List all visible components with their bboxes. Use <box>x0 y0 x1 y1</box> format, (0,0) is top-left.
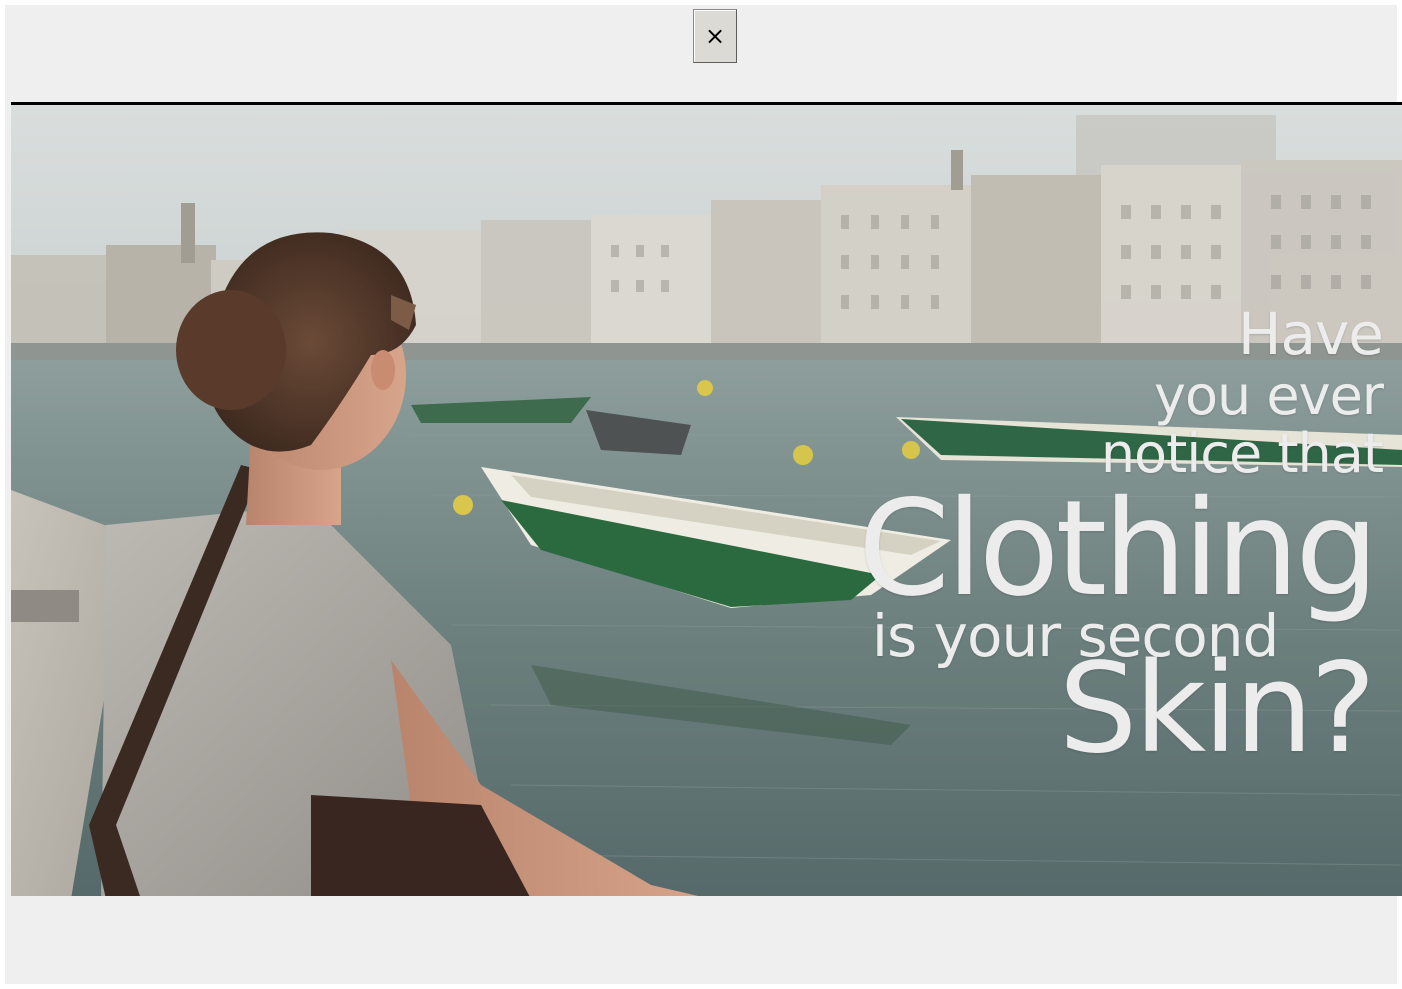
window-frame: × Have you ever notice that Clothing is … <box>5 5 1402 984</box>
caption-line-you-ever: you ever <box>1154 364 1384 427</box>
caption-line-have: Have <box>1237 300 1384 368</box>
video-caption: Have you ever notice that Clothing is yo… <box>857 300 1384 771</box>
close-button[interactable]: × <box>693 9 737 63</box>
close-icon: × <box>704 22 726 50</box>
caption-line-clothing: Clothing <box>857 472 1379 626</box>
video-frame[interactable]: Have you ever notice that Clothing is yo… <box>11 102 1402 896</box>
